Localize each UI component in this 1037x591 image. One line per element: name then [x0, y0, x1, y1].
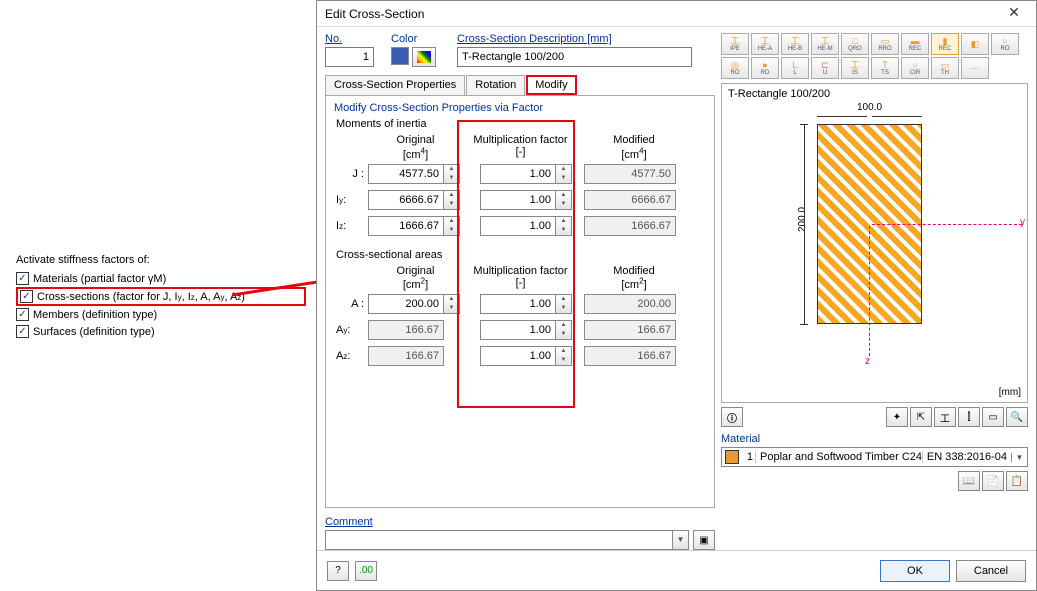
checkbox-materials[interactable]: ✓Materials (partial factor γM)	[16, 270, 306, 287]
check-icon: ✓	[16, 308, 29, 321]
tab-modify[interactable]: Modify	[526, 75, 576, 95]
comment-button[interactable]: ▣	[693, 530, 715, 550]
checkbox-cross-sections[interactable]: ✓Cross-sections (factor for J, Iy, Iz, A…	[16, 287, 306, 306]
material-library-button[interactable]: 📖	[958, 471, 980, 491]
preview-title: T-Rectangle 100/200	[728, 88, 830, 100]
info-button[interactable]: ⓘ	[721, 407, 743, 427]
units-button[interactable]: .00	[355, 561, 377, 581]
profile-cir[interactable]: ○CIR	[901, 57, 929, 79]
az-original	[368, 346, 444, 366]
material-color-icon	[725, 450, 739, 464]
profile-is[interactable]: 工IS	[841, 57, 869, 79]
iz-modified	[584, 216, 676, 236]
comment-label: Comment	[325, 516, 715, 528]
close-button[interactable]: ✕	[1000, 4, 1028, 24]
material-new-button[interactable]: 📄	[982, 471, 1004, 491]
y-axis-label: y	[1020, 217, 1025, 228]
profile-library: 工IPE 工HE-A 工HE-B 工HE-M □QRO ▭RRO ▬REC ▮R…	[721, 33, 1028, 79]
tab-bar: Cross-Section Properties Rotation Modify	[325, 75, 715, 96]
j-original[interactable]	[368, 164, 444, 184]
material-combo[interactable]: 1 Poplar and Softwood Timber C24 EN 338:…	[721, 447, 1028, 467]
check-icon: ✓	[16, 325, 29, 338]
material-label: Material	[721, 433, 1028, 445]
dialog-title: Edit Cross-Section	[325, 7, 1000, 21]
help-button[interactable]: ?	[327, 561, 349, 581]
palette-button[interactable]	[412, 47, 436, 67]
chevron-down-icon: ▼	[672, 531, 688, 549]
dialog-footer: ? .00 OK Cancel	[317, 550, 1036, 590]
edit-cross-section-dialog: Edit Cross-Section ✕ No. Color Cross-Sec…	[316, 0, 1037, 591]
profile-hea[interactable]: 工HE-A	[751, 33, 779, 55]
az-modified	[584, 346, 676, 366]
check-icon: ✓	[16, 272, 29, 285]
j-modified	[584, 164, 676, 184]
profile-ro2[interactable]: ◎RO	[721, 57, 749, 79]
a-modified	[584, 294, 676, 314]
checkbox-surfaces[interactable]: ✓Surfaces (definition type)	[16, 323, 306, 340]
ay-original	[368, 320, 444, 340]
comment-combo[interactable]: ▼	[325, 530, 689, 550]
print-button[interactable]: 🔍	[1006, 407, 1028, 427]
palette-icon	[417, 51, 431, 63]
profile-hem[interactable]: 工HE-M	[811, 33, 839, 55]
profile-l[interactable]: LL	[781, 57, 809, 79]
profile-more[interactable]: ⋯	[961, 57, 989, 79]
section-title: Modify Cross-Section Properties via Fact…	[334, 102, 706, 114]
profile-ts[interactable]: TTS	[871, 57, 899, 79]
dim-height: 200.0	[797, 207, 808, 232]
material-edit-button[interactable]: 📋	[1006, 471, 1028, 491]
profile-qro[interactable]: □QRO	[841, 33, 869, 55]
iz-original[interactable]	[368, 216, 444, 236]
stress-button[interactable]: ⫿	[958, 407, 980, 427]
desc-label: Cross-Section Description [mm]	[457, 33, 715, 45]
profile-th[interactable]: ▭TH	[931, 57, 959, 79]
profile-ipe[interactable]: 工IPE	[721, 33, 749, 55]
section-preview: T-Rectangle 100/200 100.0 200.0 y z [mm]	[721, 83, 1028, 403]
a-original[interactable]	[368, 294, 444, 314]
profile-ro[interactable]: ○RO	[991, 33, 1019, 55]
z-axis	[869, 226, 870, 356]
modify-tab-content: Modify Cross-Section Properties via Fact…	[325, 96, 715, 508]
number-input[interactable]	[325, 47, 374, 67]
profile-3d[interactable]: ◧	[961, 33, 989, 55]
color-swatch[interactable]	[391, 47, 409, 65]
detail-button[interactable]: ▭	[982, 407, 1004, 427]
tab-properties[interactable]: Cross-Section Properties	[325, 75, 465, 95]
profile-rro[interactable]: ▭RRO	[871, 33, 899, 55]
ay-modified	[584, 320, 676, 340]
iy-original[interactable]	[368, 190, 444, 210]
profile-heb[interactable]: 工HE-B	[781, 33, 809, 55]
y-axis	[872, 224, 1022, 225]
cancel-button[interactable]: Cancel	[956, 560, 1026, 582]
profile-u[interactable]: ⊏U	[811, 57, 839, 79]
z-axis-label: z	[865, 356, 870, 367]
ok-button[interactable]: OK	[880, 560, 950, 582]
values-button[interactable]: 工	[934, 407, 956, 427]
title-bar: Edit Cross-Section ✕	[317, 1, 1036, 27]
chevron-down-icon: ▼	[1011, 453, 1027, 462]
axis-button[interactable]: ✦	[886, 407, 908, 427]
check-icon: ✓	[20, 290, 33, 303]
profile-rec2[interactable]: ▮REC	[931, 33, 959, 55]
profile-rd[interactable]: ●RD	[751, 57, 779, 79]
factor-column-highlight	[457, 120, 575, 408]
panel-heading: Activate stiffness factors of:	[16, 254, 306, 266]
dim-button[interactable]: ⇱	[910, 407, 932, 427]
tab-rotation[interactable]: Rotation	[466, 75, 525, 95]
iy-modified	[584, 190, 676, 210]
profile-rec[interactable]: ▬REC	[901, 33, 929, 55]
activate-stiffness-panel: Activate stiffness factors of: ✓Material…	[16, 254, 306, 340]
color-label: Color	[391, 33, 449, 45]
description-input[interactable]	[457, 47, 692, 67]
no-label: No.	[325, 33, 383, 45]
dim-width: 100.0	[817, 102, 922, 113]
unit-label: [mm]	[999, 387, 1021, 398]
checkbox-members[interactable]: ✓Members (definition type)	[16, 306, 306, 323]
